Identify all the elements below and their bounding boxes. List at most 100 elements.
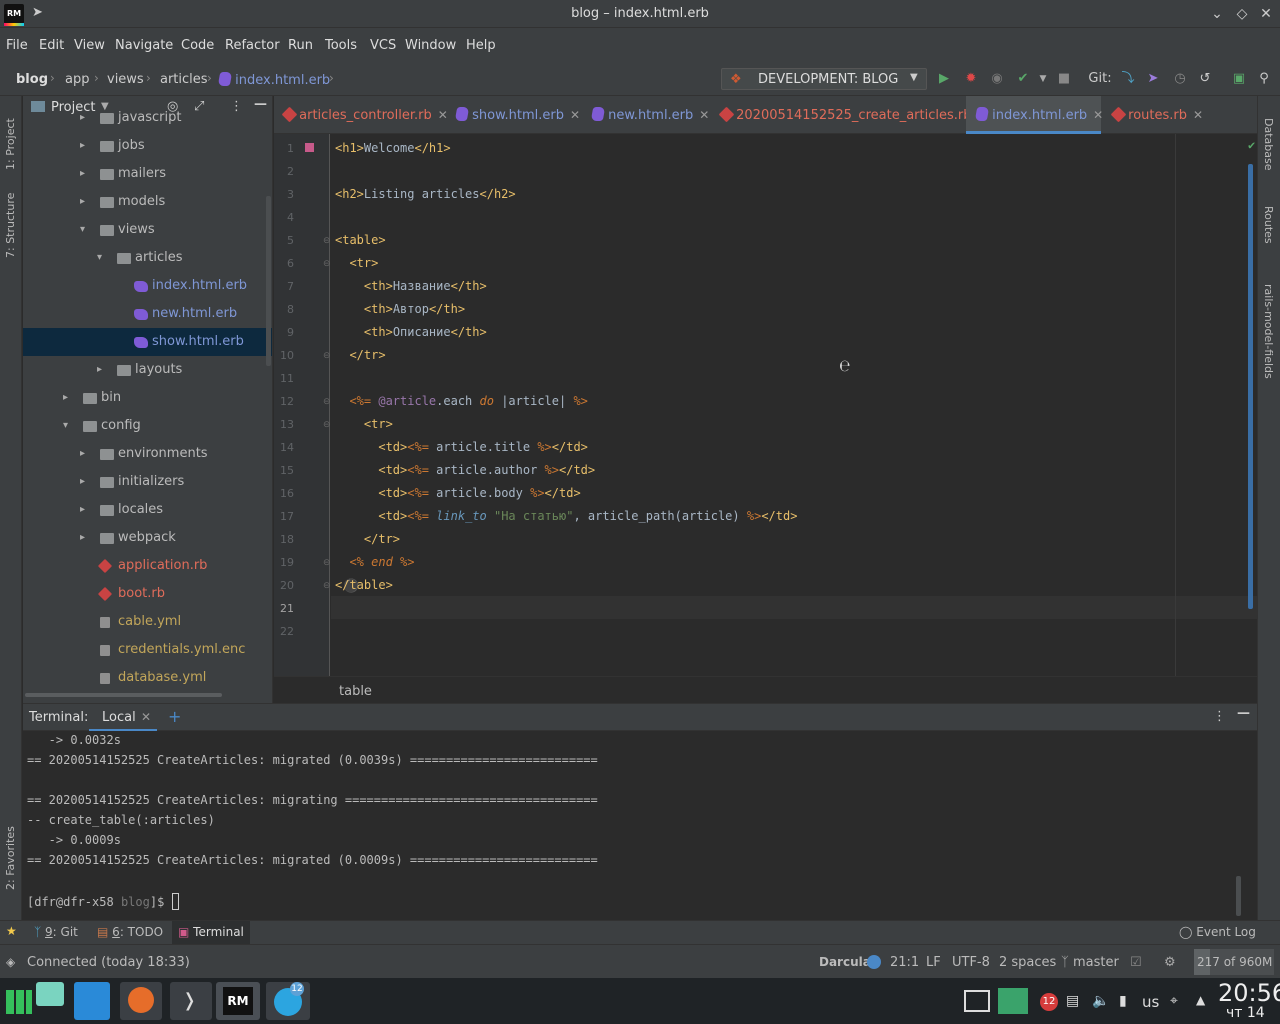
fold-icon[interactable]: ⊖ [323,259,331,269]
menu-help[interactable]: Help [466,38,496,53]
git-tool-tab[interactable]: ᛉ 9: Git [34,925,78,939]
tree-item[interactable]: ▸ jobs [23,132,272,160]
chevron-right-icon[interactable]: ▸ [97,356,102,384]
store-icon[interactable] [998,988,1028,1014]
menu-tools[interactable]: Tools [325,38,357,53]
chevron-right-icon[interactable]: ▸ [80,496,85,524]
editor-scrollbar[interactable] [1248,164,1253,609]
debug-icon[interactable]: ✹ [962,70,980,88]
stop-icon[interactable]: ■ [1055,70,1073,88]
model-fields-tool-tab[interactable]: rails-model-fields [1262,284,1275,379]
tree-item[interactable]: application.rb [23,552,272,580]
indent-setting[interactable]: 2 spaces [999,955,1056,970]
minimize-icon[interactable]: ⌄ [1207,4,1227,24]
fold-icon[interactable]: ⊖ [323,397,331,407]
breadcrumb-file[interactable]: index.html.erb [217,72,330,88]
close-tab-icon[interactable]: ✕ [141,710,151,724]
menu-refactor[interactable]: Refactor [225,38,280,53]
memory-indicator[interactable]: 217 of 960M [1194,949,1274,975]
terminal-scrollbar[interactable] [1236,876,1241,916]
close-tab-icon[interactable]: ✕ [570,108,580,122]
tree-item[interactable]: boot.rb [23,580,272,608]
file-encoding[interactable]: UTF-8 [952,955,990,970]
firefox-icon[interactable] [120,982,162,1020]
tray-expand-icon[interactable]: ▲ [1196,993,1205,1007]
terminal-app-icon[interactable]: ❭ [170,982,212,1020]
tree-item[interactable]: credentials.yml.enc [23,636,272,664]
vertical-scrollbar[interactable] [266,196,271,366]
notifications-badge[interactable]: 12 [1040,993,1058,1011]
menu-file[interactable]: File [6,38,28,53]
show-desktop-icon[interactable] [964,990,990,1012]
rubymine-app-icon[interactable]: RM [216,982,260,1020]
tree-item[interactable]: ▾ articles [23,244,272,272]
profile-icon[interactable]: ✔ [1014,70,1032,88]
breadcrumb-views[interactable]: views [107,72,144,87]
run-with-coverage-icon[interactable]: ◉ [988,70,1006,88]
chevron-right-icon[interactable]: ▸ [80,160,85,188]
fold-icon[interactable]: ⊖ [323,558,331,568]
menu-view[interactable]: View [74,38,105,53]
chevron-down-icon[interactable]: ▾ [97,244,102,272]
chevron-down-icon[interactable]: ▾ [80,216,85,244]
search-icon[interactable]: ⚲ [1255,70,1273,88]
editor-tab[interactable]: new.html.erb ✕ [582,96,709,134]
volume-icon[interactable]: 🔈 [1092,993,1109,1009]
event-log-tab[interactable]: ◯ Event Log [1179,925,1256,939]
editor-tab[interactable]: articles_controller.rb ✕ [274,96,448,134]
database-tool-tab[interactable]: Database [1262,118,1275,171]
fold-icon[interactable]: ⊖ [323,420,331,430]
run-icon[interactable]: ▶ [935,70,953,88]
telegram-icon[interactable]: 12 [266,982,310,1020]
chevron-right-icon[interactable]: ▸ [80,188,85,216]
keyboard-layout[interactable]: us [1142,993,1159,1011]
menu-vcs[interactable]: VCS [370,38,396,53]
tree-item[interactable]: ▸ webpack [23,524,272,552]
chevron-right-icon[interactable]: ▸ [80,468,85,496]
terminal-tab-local[interactable]: Local ✕ [89,704,157,732]
maximize-icon[interactable]: ◇ [1232,4,1252,24]
caret-position[interactable]: 21:1 [890,955,919,970]
battery-icon[interactable]: ▮ [1119,993,1127,1009]
horizontal-scrollbar[interactable] [25,693,222,697]
code-editor[interactable]: ✔ ℮ ⚫ <h1>Welcome</h1> <h2>Listing articl… [331,134,1257,676]
terminal-output[interactable]: -> 0.0032s == 20200514152525 CreateArticl… [23,731,1257,920]
todo-tool-tab[interactable]: ▤ 6: TODO [97,925,163,939]
tree-item[interactable]: database.yml [23,664,272,692]
routes-tool-tab[interactable]: Routes [1262,206,1275,244]
run-configuration-select[interactable]: ❖ DEVELOPMENT: BLOG ▼ [721,68,927,90]
structure-tool-tab[interactable]: 7: Structure [4,193,17,258]
favorites-tool-tab[interactable]: 2: Favorites [4,826,17,890]
wifi-icon[interactable]: ⌖ [1170,993,1178,1009]
git-rollback-icon[interactable]: ↺ [1196,70,1214,88]
chevron-right-icon[interactable]: ▸ [80,524,85,552]
close-tab-icon[interactable]: ✕ [699,108,709,122]
tree-item[interactable]: new.html.erb [23,300,272,328]
close-tab-icon[interactable]: ✕ [1193,108,1203,122]
theme-label[interactable]: Darcula [819,955,871,969]
options-icon[interactable]: ⋮ [1213,709,1226,724]
editor-tab[interactable]: 20200514152525_create_articles.rb✕ [711,96,988,134]
menu-run[interactable]: Run [288,38,313,53]
project-tool-tab[interactable]: 1: Project [4,118,17,170]
menu-navigate[interactable]: Navigate [115,38,173,53]
hide-panel-icon[interactable]: — [1237,706,1250,721]
tree-item[interactable]: index.html.erb [23,272,272,300]
chevron-right-icon[interactable]: ▸ [80,440,85,468]
fold-icon[interactable]: ⊖ [323,351,331,361]
tree-item[interactable]: ▸ environments [23,440,272,468]
chevron-down-icon[interactable]: ▾ [63,412,68,440]
tree-item[interactable]: ▸ bin [23,384,272,412]
tree-item[interactable]: ▸ locales [23,496,272,524]
desktop-icon[interactable] [36,982,64,1006]
tree-item[interactable]: ▸ mailers [23,160,272,188]
editor-tab[interactable]: show.html.erb ✕ [446,96,580,134]
breadcrumb-blog[interactable]: blog [16,72,48,87]
manjaro-menu-icon[interactable] [2,982,34,1020]
breadcrumb-app[interactable]: app [65,72,89,87]
line-separator[interactable]: LF [926,955,941,970]
menu-window[interactable]: Window [405,38,456,53]
tree-item[interactable]: ▾ views [23,216,272,244]
terminal-tool-tab[interactable]: ▣ Terminal [172,921,250,945]
lock-icon[interactable]: ☑ [1130,955,1142,970]
